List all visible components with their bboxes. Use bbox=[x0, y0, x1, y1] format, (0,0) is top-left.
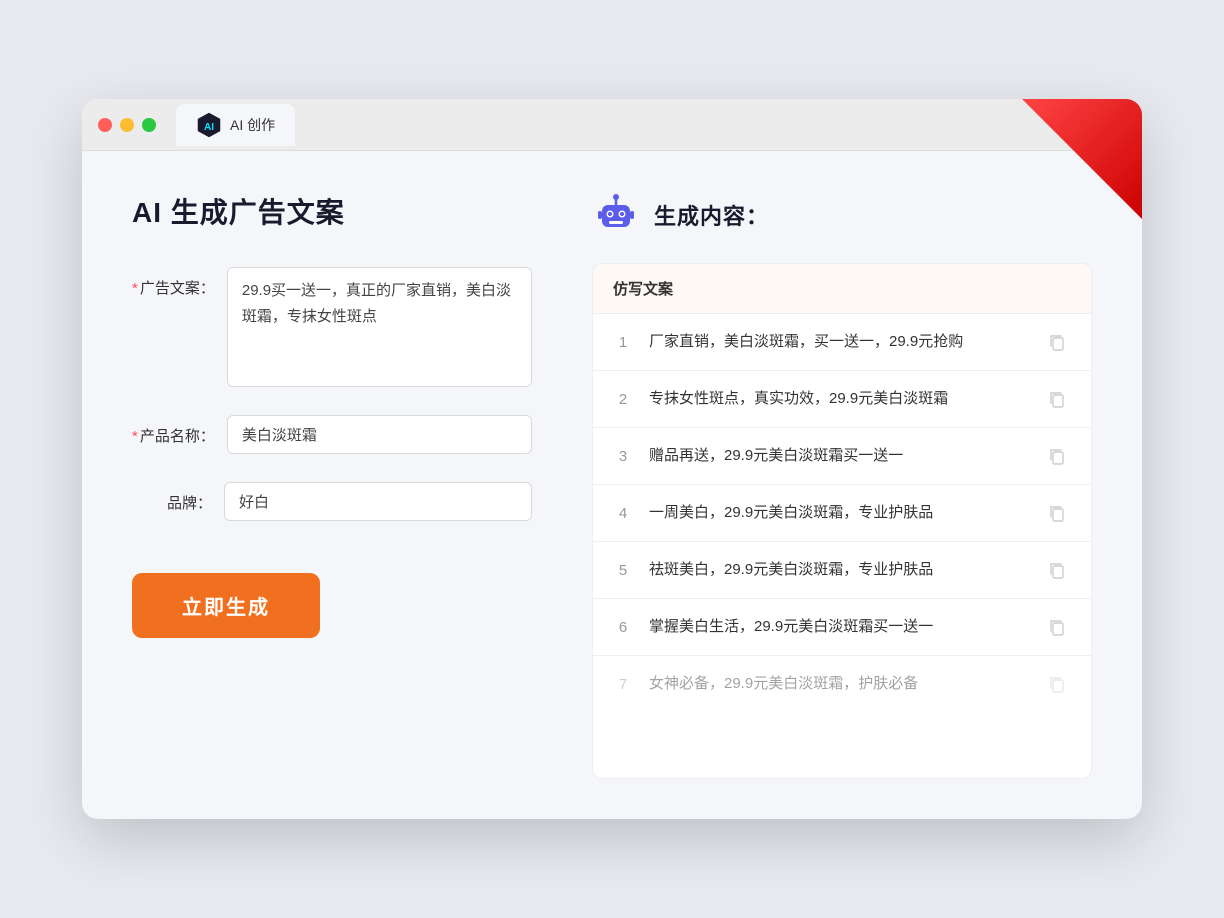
robot-icon bbox=[592, 191, 640, 239]
row-text: 厂家直销，美白淡斑霜，买一送一，29.9元抢购 bbox=[649, 331, 1027, 354]
generate-button[interactable]: 立即生成 bbox=[132, 573, 320, 638]
product-name-group: *产品名称： bbox=[132, 415, 532, 454]
ad-copy-input[interactable] bbox=[227, 267, 532, 387]
svg-text:AI: AI bbox=[204, 122, 214, 133]
title-bar: AI AI 创作 bbox=[82, 99, 1142, 151]
brand-label: 品牌： bbox=[132, 482, 212, 513]
ad-copy-group: *广告文案： bbox=[132, 267, 532, 387]
row-number: 5 bbox=[613, 562, 633, 579]
product-name-input[interactable] bbox=[227, 415, 532, 454]
table-row: 5 祛斑美白，29.9元美白淡斑霜，专业护肤品 bbox=[593, 542, 1091, 599]
table-row: 6 掌握美白生活，29.9元美白淡斑霜买一送一 bbox=[593, 599, 1091, 656]
maximize-button[interactable] bbox=[142, 118, 156, 132]
row-number: 1 bbox=[613, 334, 633, 351]
tab-label: AI 创作 bbox=[230, 115, 275, 135]
right-title: 生成内容： bbox=[654, 199, 769, 231]
copy-button[interactable] bbox=[1043, 328, 1071, 356]
row-number: 3 bbox=[613, 448, 633, 465]
ai-creation-tab[interactable]: AI AI 创作 bbox=[176, 104, 295, 146]
table-row: 4 一周美白，29.9元美白淡斑霜，专业护肤品 bbox=[593, 485, 1091, 542]
ad-copy-label: *广告文案： bbox=[132, 267, 215, 298]
table-row: 2 专抹女性斑点，真实功效，29.9元美白淡斑霜 bbox=[593, 371, 1091, 428]
left-panel: AI 生成广告文案 *广告文案： *产品名称： 品牌： bbox=[132, 191, 532, 779]
copy-button[interactable] bbox=[1043, 385, 1071, 413]
row-text: 女神必备，29.9元美白淡斑霜，护肤必备 bbox=[649, 673, 1027, 696]
required-star: * bbox=[132, 280, 138, 297]
traffic-lights bbox=[98, 118, 156, 132]
row-text: 赠品再送，29.9元美白淡斑霜买一送一 bbox=[649, 445, 1027, 468]
minimize-button[interactable] bbox=[120, 118, 134, 132]
copy-button[interactable] bbox=[1043, 442, 1071, 470]
row-number: 4 bbox=[613, 505, 633, 522]
row-text: 专抹女性斑点，真实功效，29.9元美白淡斑霜 bbox=[649, 388, 1027, 411]
copy-button[interactable] bbox=[1043, 670, 1071, 698]
table-header: 仿写文案 bbox=[593, 264, 1091, 314]
results-table: 仿写文案 1 厂家直销，美白淡斑霜，买一送一，29.9元抢购 2 专抹女性斑点，真实… bbox=[592, 263, 1092, 779]
ai-logo-icon: AI bbox=[196, 112, 222, 138]
results-list: 1 厂家直销，美白淡斑霜，买一送一，29.9元抢购 2 专抹女性斑点，真实功效，29… bbox=[593, 314, 1091, 712]
row-text: 一周美白，29.9元美白淡斑霜，专业护肤品 bbox=[649, 502, 1027, 525]
row-text: 掌握美白生活，29.9元美白淡斑霜买一送一 bbox=[649, 616, 1027, 639]
page-title: AI 生成广告文案 bbox=[132, 191, 532, 231]
copy-button[interactable] bbox=[1043, 613, 1071, 641]
main-content: AI 生成广告文案 *广告文案： *产品名称： 品牌： bbox=[82, 151, 1142, 819]
copy-button[interactable] bbox=[1043, 499, 1071, 527]
brand-group: 品牌： bbox=[132, 482, 532, 521]
row-number: 6 bbox=[613, 619, 633, 636]
close-button[interactable] bbox=[98, 118, 112, 132]
row-number: 2 bbox=[613, 391, 633, 408]
brand-input[interactable] bbox=[224, 482, 532, 521]
row-number: 7 bbox=[613, 676, 633, 693]
row-text: 祛斑美白，29.9元美白淡斑霜，专业护肤品 bbox=[649, 559, 1027, 582]
copy-button[interactable] bbox=[1043, 556, 1071, 584]
product-name-label: *产品名称： bbox=[132, 415, 215, 446]
right-header: 生成内容： bbox=[592, 191, 1092, 239]
browser-window: AI AI 创作 AI 生成广告文案 *广告文案： *产品名称： bbox=[82, 99, 1142, 819]
right-panel: 生成内容： 仿写文案 1 厂家直销，美白淡斑霜，买一送一，29.9元抢购 2 专抹女… bbox=[592, 191, 1092, 779]
required-star-2: * bbox=[132, 428, 138, 445]
table-row: 7 女神必备，29.9元美白淡斑霜，护肤必备 bbox=[593, 656, 1091, 712]
table-row: 3 赠品再送，29.9元美白淡斑霜买一送一 bbox=[593, 428, 1091, 485]
table-row: 1 厂家直销，美白淡斑霜，买一送一，29.9元抢购 bbox=[593, 314, 1091, 371]
